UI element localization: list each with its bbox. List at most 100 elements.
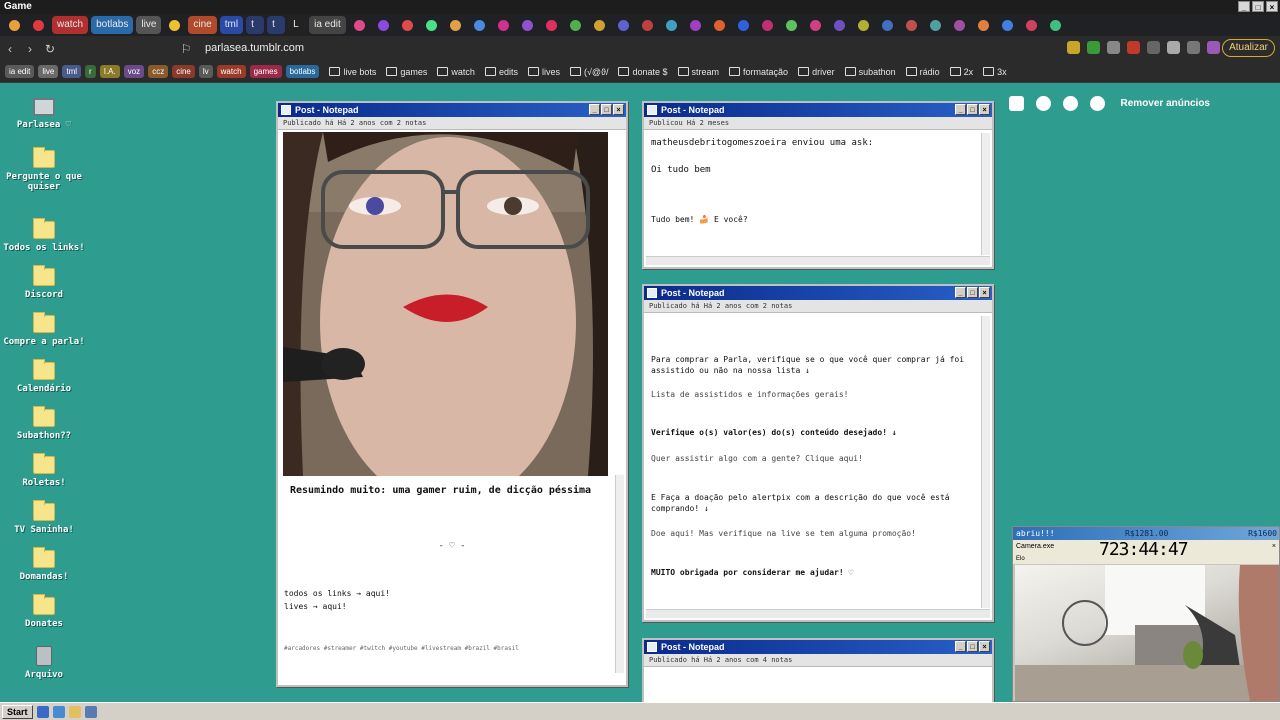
browser-tab[interactable] bbox=[397, 16, 418, 34]
browser-tab[interactable] bbox=[733, 16, 754, 34]
reload-icon[interactable]: ↻ bbox=[40, 42, 60, 56]
extension-icon[interactable] bbox=[1087, 41, 1100, 54]
bookmark-chip[interactable]: cine bbox=[172, 65, 195, 78]
browser-tab[interactable] bbox=[661, 16, 682, 34]
outlook-icon[interactable] bbox=[52, 705, 65, 718]
media-icon[interactable] bbox=[84, 705, 97, 718]
bookmark-chip[interactable]: voz bbox=[123, 65, 145, 78]
minimize-button[interactable]: _ bbox=[955, 641, 966, 652]
extension-icon[interactable] bbox=[1147, 41, 1160, 54]
browser-tab[interactable] bbox=[589, 16, 610, 34]
url-field[interactable]: parlasea.tumblr.com bbox=[205, 42, 304, 54]
desktop-icon[interactable]: Todos os links! bbox=[2, 218, 86, 253]
browser-tab[interactable] bbox=[28, 16, 49, 34]
maximize-button[interactable]: □ bbox=[967, 287, 978, 298]
browser-tab[interactable] bbox=[164, 16, 185, 34]
close-button[interactable]: × bbox=[1266, 1, 1278, 12]
start-button[interactable]: Start bbox=[2, 704, 33, 719]
browser-tab[interactable] bbox=[349, 16, 370, 34]
browser-tab[interactable] bbox=[709, 16, 730, 34]
browser-tab[interactable]: tml bbox=[219, 16, 244, 34]
desktop-icon[interactable]: Donates bbox=[2, 594, 86, 629]
browser-tab[interactable] bbox=[445, 16, 466, 34]
browser-tab[interactable] bbox=[637, 16, 658, 34]
browser-tab[interactable]: t bbox=[246, 16, 265, 34]
maximize-button[interactable]: □ bbox=[1252, 1, 1264, 12]
desktop-icon[interactable]: TV Saninha! bbox=[2, 500, 86, 535]
bookmark-chip[interactable]: botlabs bbox=[285, 65, 320, 78]
minimize-button[interactable]: _ bbox=[589, 104, 600, 115]
desktop-icon[interactable]: Calendário bbox=[2, 359, 86, 394]
bookmark-icon[interactable]: ⚐ bbox=[176, 42, 196, 56]
desktop-icon[interactable]: Parlasea ♡ bbox=[2, 98, 86, 130]
bookmark-folder[interactable]: driver bbox=[798, 67, 835, 77]
forward-icon[interactable]: › bbox=[20, 42, 40, 56]
post-tags[interactable]: #arcadores #streamer #twitch #youtube #l… bbox=[284, 645, 519, 652]
maximize-button[interactable]: □ bbox=[601, 104, 612, 115]
watched-list-link[interactable]: Lista de assistidos e informações gerais… bbox=[651, 390, 848, 399]
browser-tab[interactable] bbox=[1021, 16, 1042, 34]
close-button[interactable]: × bbox=[979, 104, 990, 115]
browser-tab[interactable]: ia edit bbox=[309, 16, 346, 34]
browser-tab[interactable]: botlabs bbox=[91, 16, 134, 34]
horizontal-scrollbar[interactable] bbox=[646, 609, 990, 618]
desktop-icon[interactable]: Roletas! bbox=[2, 453, 86, 488]
bookmark-folder[interactable]: games bbox=[386, 67, 427, 77]
bookmark-chip[interactable]: ia edit bbox=[5, 65, 35, 78]
gear-icon[interactable] bbox=[1089, 96, 1105, 111]
scrollbar[interactable] bbox=[981, 133, 990, 255]
home-icon[interactable] bbox=[1008, 96, 1024, 111]
profile-icon[interactable] bbox=[1207, 41, 1220, 54]
update-button[interactable]: Atualizar bbox=[1222, 39, 1275, 57]
browser-tab[interactable]: watch bbox=[52, 16, 89, 34]
minimize-button[interactable]: _ bbox=[955, 104, 966, 115]
browser-tab[interactable] bbox=[493, 16, 514, 34]
desktop-icon[interactable]: Compre a parla! bbox=[2, 312, 86, 347]
links-link[interactable]: todos os links → aqui! bbox=[284, 589, 390, 598]
browser-tab[interactable] bbox=[1045, 16, 1066, 34]
bookmark-folder[interactable]: 3x bbox=[983, 67, 1007, 77]
close-button[interactable]: × bbox=[979, 641, 990, 652]
bookmark-folder[interactable]: (√@ϑ/ bbox=[569, 67, 608, 77]
bookmark-chip[interactable]: ccz bbox=[148, 65, 169, 78]
extension-icon[interactable] bbox=[1127, 41, 1140, 54]
browser-tab[interactable] bbox=[517, 16, 538, 34]
scrollbar[interactable] bbox=[981, 316, 990, 608]
lives-link[interactable]: lives → aqui! bbox=[284, 602, 347, 611]
bookmark-folder[interactable]: watch bbox=[437, 67, 475, 77]
bookmark-chip[interactable]: tml bbox=[62, 65, 82, 78]
horizontal-scrollbar[interactable] bbox=[646, 256, 990, 265]
browser-tab[interactable] bbox=[565, 16, 586, 34]
close-button[interactable]: × bbox=[613, 104, 624, 115]
extension-icon[interactable] bbox=[1107, 41, 1120, 54]
bookmark-folder[interactable]: donate $ bbox=[618, 67, 668, 77]
bookmark-folder[interactable]: live bots bbox=[329, 67, 376, 77]
browser-tab[interactable]: cine bbox=[188, 16, 217, 34]
bookmark-chip[interactable]: I.A. bbox=[99, 65, 120, 78]
donate-link[interactable]: Doe aqui! Mas verifique na live se tem a… bbox=[651, 529, 916, 538]
maximize-button[interactable]: □ bbox=[967, 641, 978, 652]
bookmark-folder[interactable]: formatação bbox=[729, 67, 788, 77]
browser-tab[interactable] bbox=[469, 16, 490, 34]
ie-icon[interactable] bbox=[36, 705, 49, 718]
bookmark-chip[interactable]: watch bbox=[216, 65, 246, 78]
browser-tab[interactable] bbox=[373, 16, 394, 34]
browser-tab[interactable] bbox=[901, 16, 922, 34]
browser-tab[interactable] bbox=[877, 16, 898, 34]
bookmark-folder[interactable]: subathon bbox=[844, 67, 896, 77]
browser-tab[interactable] bbox=[421, 16, 442, 34]
minimize-button[interactable]: _ bbox=[1238, 1, 1250, 12]
watch-together-link[interactable]: Quer assistir algo com a gente? Clique a… bbox=[651, 454, 863, 463]
browser-tab[interactable] bbox=[4, 16, 25, 34]
bookmark-folder[interactable]: edits bbox=[484, 67, 518, 77]
close-icon[interactable]: × bbox=[1272, 540, 1276, 554]
bookmark-chip[interactable]: games bbox=[249, 65, 282, 78]
eye-icon[interactable] bbox=[1035, 96, 1051, 111]
extension-icon[interactable] bbox=[1167, 41, 1180, 54]
desktop-icon[interactable]: Subathon?? bbox=[2, 406, 86, 441]
bookmark-folder[interactable]: 2x bbox=[949, 67, 973, 77]
browser-tab[interactable] bbox=[973, 16, 994, 34]
desktop-icon[interactable]: Discord bbox=[2, 265, 86, 300]
browser-tab[interactable] bbox=[829, 16, 850, 34]
browser-tab[interactable] bbox=[541, 16, 562, 34]
